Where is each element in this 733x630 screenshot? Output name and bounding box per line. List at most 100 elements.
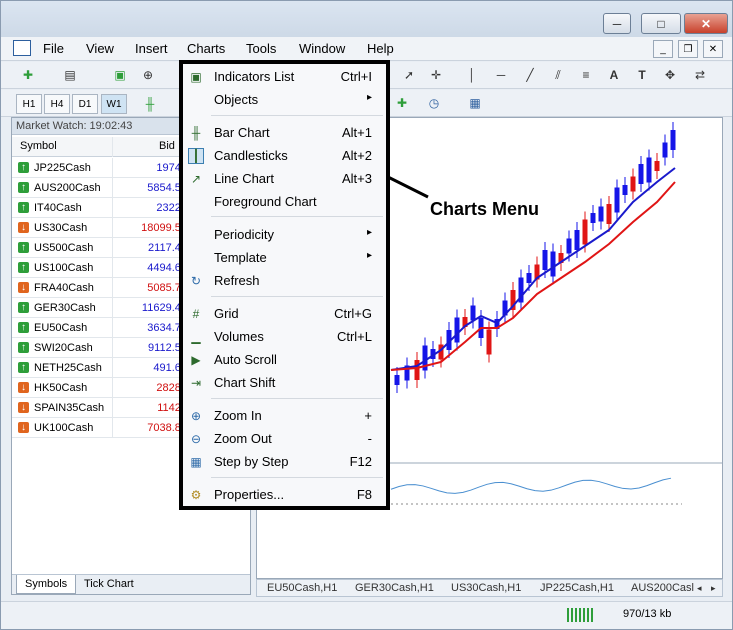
bar-chart-toolbar-icon[interactable]: ╫	[141, 95, 159, 113]
trendline-icon[interactable]: ╱	[521, 66, 539, 84]
zoom-out-icon: ⊖	[190, 432, 202, 446]
menu-item-label: Auto Scroll	[214, 352, 277, 367]
candle-body	[582, 219, 588, 245]
menu-item-auto-scroll[interactable]: ▶ Auto Scroll	[183, 349, 386, 371]
menu-bar: File View Insert Charts Tools Window Hel…	[1, 37, 732, 61]
shapes-icon[interactable]: ⇄	[691, 66, 709, 84]
label-icon[interactable]: T	[633, 66, 651, 84]
candle-body	[414, 360, 420, 380]
up-arrow-icon: ↑	[18, 322, 29, 333]
add-indicator-icon[interactable]: ✚	[393, 94, 411, 112]
menu-item-step-by-step[interactable]: ▦ Step by Step F12	[183, 451, 386, 473]
title-bar: ─ □ ✕	[1, 1, 732, 37]
candle-body	[550, 251, 556, 277]
app-logo-icon[interactable]	[13, 40, 31, 56]
cursor-icon[interactable]: ➚	[400, 66, 418, 84]
mdi-minimize-button[interactable]: _	[653, 40, 673, 58]
chart-tab-aus200[interactable]: AUS200Casl	[631, 582, 694, 594]
chart-tab-scroll-left-icon[interactable]: ◂	[697, 583, 702, 594]
templates-icon[interactable]: ▦	[466, 94, 484, 112]
chart-tab-eu50[interactable]: EU50Cash,H1	[267, 582, 337, 594]
market-watch-icon[interactable]: ▣	[111, 66, 129, 84]
menu-window[interactable]: Window	[299, 41, 345, 56]
timeframe-h1[interactable]: H1	[16, 94, 42, 114]
menu-item-objects[interactable]: Objects ▸	[183, 89, 386, 111]
symbol-name: GER30Cash	[34, 302, 96, 314]
menu-item-label: Volumes	[214, 329, 264, 344]
menu-item-chart-shift[interactable]: ⇥ Chart Shift	[183, 372, 386, 394]
menu-item-periodicity[interactable]: Periodicity ▸	[183, 224, 386, 246]
up-arrow-icon: ↑	[18, 242, 29, 253]
menu-item-shortcut: F8	[356, 487, 372, 502]
periodicity-icon[interactable]: ◷	[425, 94, 443, 112]
menu-item-properties[interactable]: ⚙ Properties... F8	[183, 484, 386, 506]
timeframe-w1[interactable]: W1	[101, 94, 127, 114]
timeframe-d1[interactable]: D1	[72, 94, 98, 114]
vertical-line-icon[interactable]: │	[463, 66, 481, 84]
menu-item-label: Zoom In	[214, 408, 262, 423]
horizontal-line-icon[interactable]: ─	[492, 66, 510, 84]
menu-item-zoom-in[interactable]: ⊕ Zoom In +	[183, 405, 386, 427]
menu-item-refresh[interactable]: ↻ Refresh	[183, 270, 386, 292]
symbol-column-header[interactable]: Symbol	[20, 140, 57, 152]
mdi-close-button[interactable]: ✕	[703, 40, 723, 58]
menu-item-grid[interactable]: # Grid Ctrl+G	[183, 303, 386, 325]
menu-file[interactable]: File	[43, 41, 64, 56]
minimize-button[interactable]: ─	[603, 13, 631, 34]
menu-item-shortcut: Ctrl+L	[336, 329, 372, 344]
menu-item-candlesticks[interactable]: ┃ Candlesticks Alt+2	[183, 145, 386, 167]
text-icon[interactable]: A	[605, 66, 623, 84]
menu-item-foreground-chart[interactable]: Foreground Chart	[183, 191, 386, 213]
mdi-restore-button[interactable]: ❐	[678, 40, 698, 58]
close-button[interactable]: ✕	[684, 13, 728, 34]
menu-item-volumes[interactable]: ▁ Volumes Ctrl+L	[183, 326, 386, 348]
maximize-button[interactable]: □	[641, 13, 681, 34]
menu-help[interactable]: Help	[367, 41, 394, 56]
menu-item-label: Bar Chart	[214, 125, 270, 140]
submenu-arrow-icon: ▸	[366, 250, 372, 261]
candle-body	[470, 305, 476, 321]
chart-tab-scroll-right-icon[interactable]: ▸	[711, 583, 716, 594]
chart-tab-ger30[interactable]: GER30Cash,H1	[355, 582, 434, 594]
menu-item-shortcut: F12	[349, 454, 372, 469]
bid-column-header[interactable]: Bid	[159, 140, 175, 152]
candle-body	[654, 161, 660, 171]
fibonacci-icon[interactable]: ≡	[577, 66, 595, 84]
timeframe-h4[interactable]: H4	[44, 94, 70, 114]
menu-item-zoom-out[interactable]: ⊖ Zoom Out -	[183, 428, 386, 450]
menu-item-label: Objects	[214, 92, 259, 107]
tab-tick-chart[interactable]: Tick Chart	[76, 575, 142, 594]
arrows-icon[interactable]: ✥	[661, 66, 679, 84]
down-arrow-icon: ↓	[18, 422, 29, 433]
symbol-name: NETH25Cash	[34, 362, 102, 374]
candle-body	[542, 250, 548, 270]
symbol-name: SPAIN35Cash	[34, 402, 105, 414]
channel-icon[interactable]: ⫽	[549, 66, 567, 84]
menu-item-template[interactable]: Template ▸	[183, 247, 386, 269]
menu-tools[interactable]: Tools	[246, 41, 276, 56]
new-chart-icon[interactable]: ✚	[19, 66, 37, 84]
candle-body	[454, 317, 460, 343]
menu-item-indicators-list[interactable]: ▣ Indicators List Ctrl+I	[183, 66, 386, 88]
menu-insert[interactable]: Insert	[135, 41, 168, 56]
profiles-icon[interactable]: ▤	[61, 66, 79, 84]
symbol-name: JP225Cash	[34, 162, 91, 174]
chart-tab-us30[interactable]: US30Cash,H1	[451, 582, 521, 594]
candle-body	[622, 185, 628, 195]
menu-item-label: Candlesticks	[214, 148, 288, 163]
chart-tab-jp225[interactable]: JP225Cash,H1	[540, 582, 614, 594]
symbol-name: UK100Cash	[34, 422, 94, 434]
menu-item-bar-chart[interactable]: ╫ Bar Chart Alt+1	[183, 122, 386, 144]
menu-item-label: Foreground Chart	[214, 194, 317, 209]
candle-body	[606, 204, 612, 224]
crosshair-tool-icon[interactable]: ✛	[427, 66, 445, 84]
tab-symbols[interactable]: Symbols	[16, 575, 77, 594]
menu-item-label: Refresh	[214, 273, 260, 288]
crosshair-icon[interactable]: ⊕	[139, 66, 157, 84]
symbol-name: IT40Cash	[34, 202, 82, 214]
up-arrow-icon: ↑	[18, 162, 29, 173]
menu-item-line-chart[interactable]: ↗ Line Chart Alt+3	[183, 168, 386, 190]
menu-charts[interactable]: Charts	[187, 41, 225, 56]
candle-body	[566, 238, 572, 254]
menu-view[interactable]: View	[86, 41, 114, 56]
